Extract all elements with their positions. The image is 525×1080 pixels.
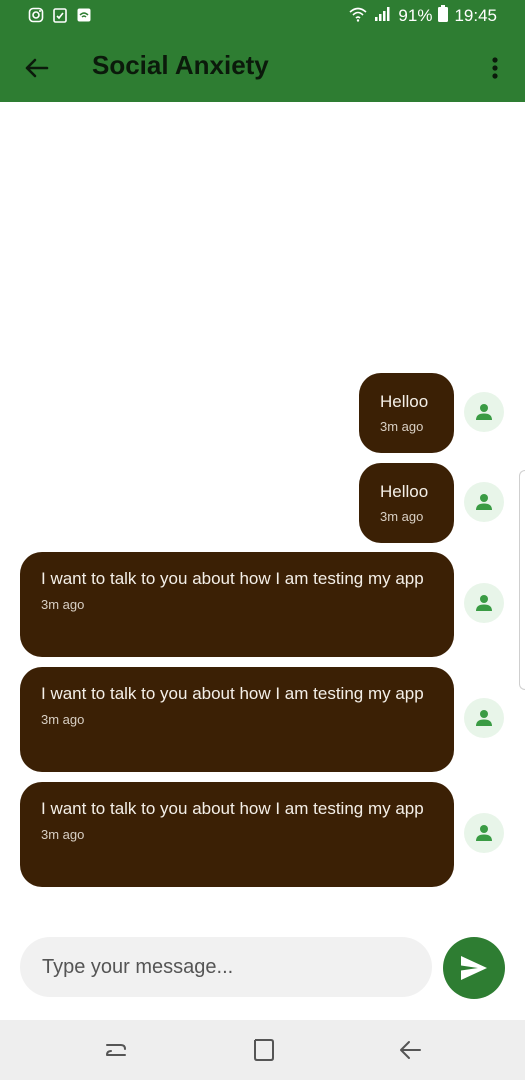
battery-percent: 91% — [398, 6, 433, 25]
edge-panel-handle[interactable] — [519, 470, 525, 690]
message-time: 3m ago — [41, 827, 85, 842]
message-composer — [0, 914, 525, 1020]
home-button[interactable] — [249, 1036, 277, 1064]
status-bar: 91% 19:45 — [0, 0, 525, 32]
message-input[interactable] — [20, 937, 432, 997]
message-icon — [76, 7, 92, 23]
status-notification-icons — [28, 7, 92, 23]
status-system-info: 91% 19:45 — [348, 5, 497, 27]
message-bubble[interactable]: I want to talk to you about how I am tes… — [20, 782, 454, 887]
back-icon — [400, 1041, 421, 1059]
back-button[interactable] — [20, 52, 52, 84]
message-time: 3m ago — [380, 419, 424, 434]
message-text: Helloo — [380, 392, 429, 411]
message-time: 3m ago — [380, 509, 424, 524]
send-button[interactable] — [443, 937, 505, 999]
message-text: I want to talk to you about how I am tes… — [41, 569, 424, 588]
system-nav-bar — [0, 1020, 525, 1080]
page-title: Social Anxiety — [92, 50, 269, 80]
avatar — [464, 698, 504, 738]
more-vert-icon — [492, 57, 498, 79]
message-text: I want to talk to you about how I am tes… — [41, 799, 424, 818]
clipboard-icon — [52, 7, 68, 23]
more-options-button[interactable] — [485, 52, 505, 84]
message-time: 3m ago — [41, 597, 85, 612]
message-bubble[interactable]: I want to talk to you about how I am tes… — [20, 552, 454, 657]
person-icon — [476, 494, 492, 510]
chat-message-list[interactable]: Helloo 3m ago Helloo 3m ago I want to ta… — [0, 102, 525, 914]
message-bubble[interactable]: I want to talk to you about how I am tes… — [20, 667, 454, 772]
message-bubble[interactable]: Helloo 3m ago — [359, 373, 454, 453]
signal-icon — [374, 6, 392, 27]
avatar — [464, 392, 504, 432]
person-icon — [476, 825, 492, 841]
nav-back-button[interactable] — [396, 1036, 424, 1064]
avatar — [464, 482, 504, 522]
clock: 19:45 — [454, 6, 497, 25]
message-bubble[interactable]: Helloo 3m ago — [359, 463, 454, 543]
message-time: 3m ago — [41, 712, 85, 727]
avatar — [464, 583, 504, 623]
person-icon — [476, 595, 492, 611]
recents-icon — [106, 1044, 126, 1056]
send-icon — [461, 956, 487, 980]
person-icon — [476, 710, 492, 726]
recents-button[interactable] — [103, 1036, 131, 1064]
app-bar: Social Anxiety — [0, 32, 525, 102]
message-text: I want to talk to you about how I am tes… — [41, 684, 424, 703]
arrow-left-icon — [25, 58, 49, 78]
message-text: Helloo — [380, 482, 429, 501]
battery-icon — [438, 5, 449, 27]
instagram-icon — [28, 7, 44, 23]
person-icon — [476, 404, 492, 420]
home-icon — [254, 1039, 274, 1061]
avatar — [464, 813, 504, 853]
wifi-icon — [348, 6, 368, 27]
